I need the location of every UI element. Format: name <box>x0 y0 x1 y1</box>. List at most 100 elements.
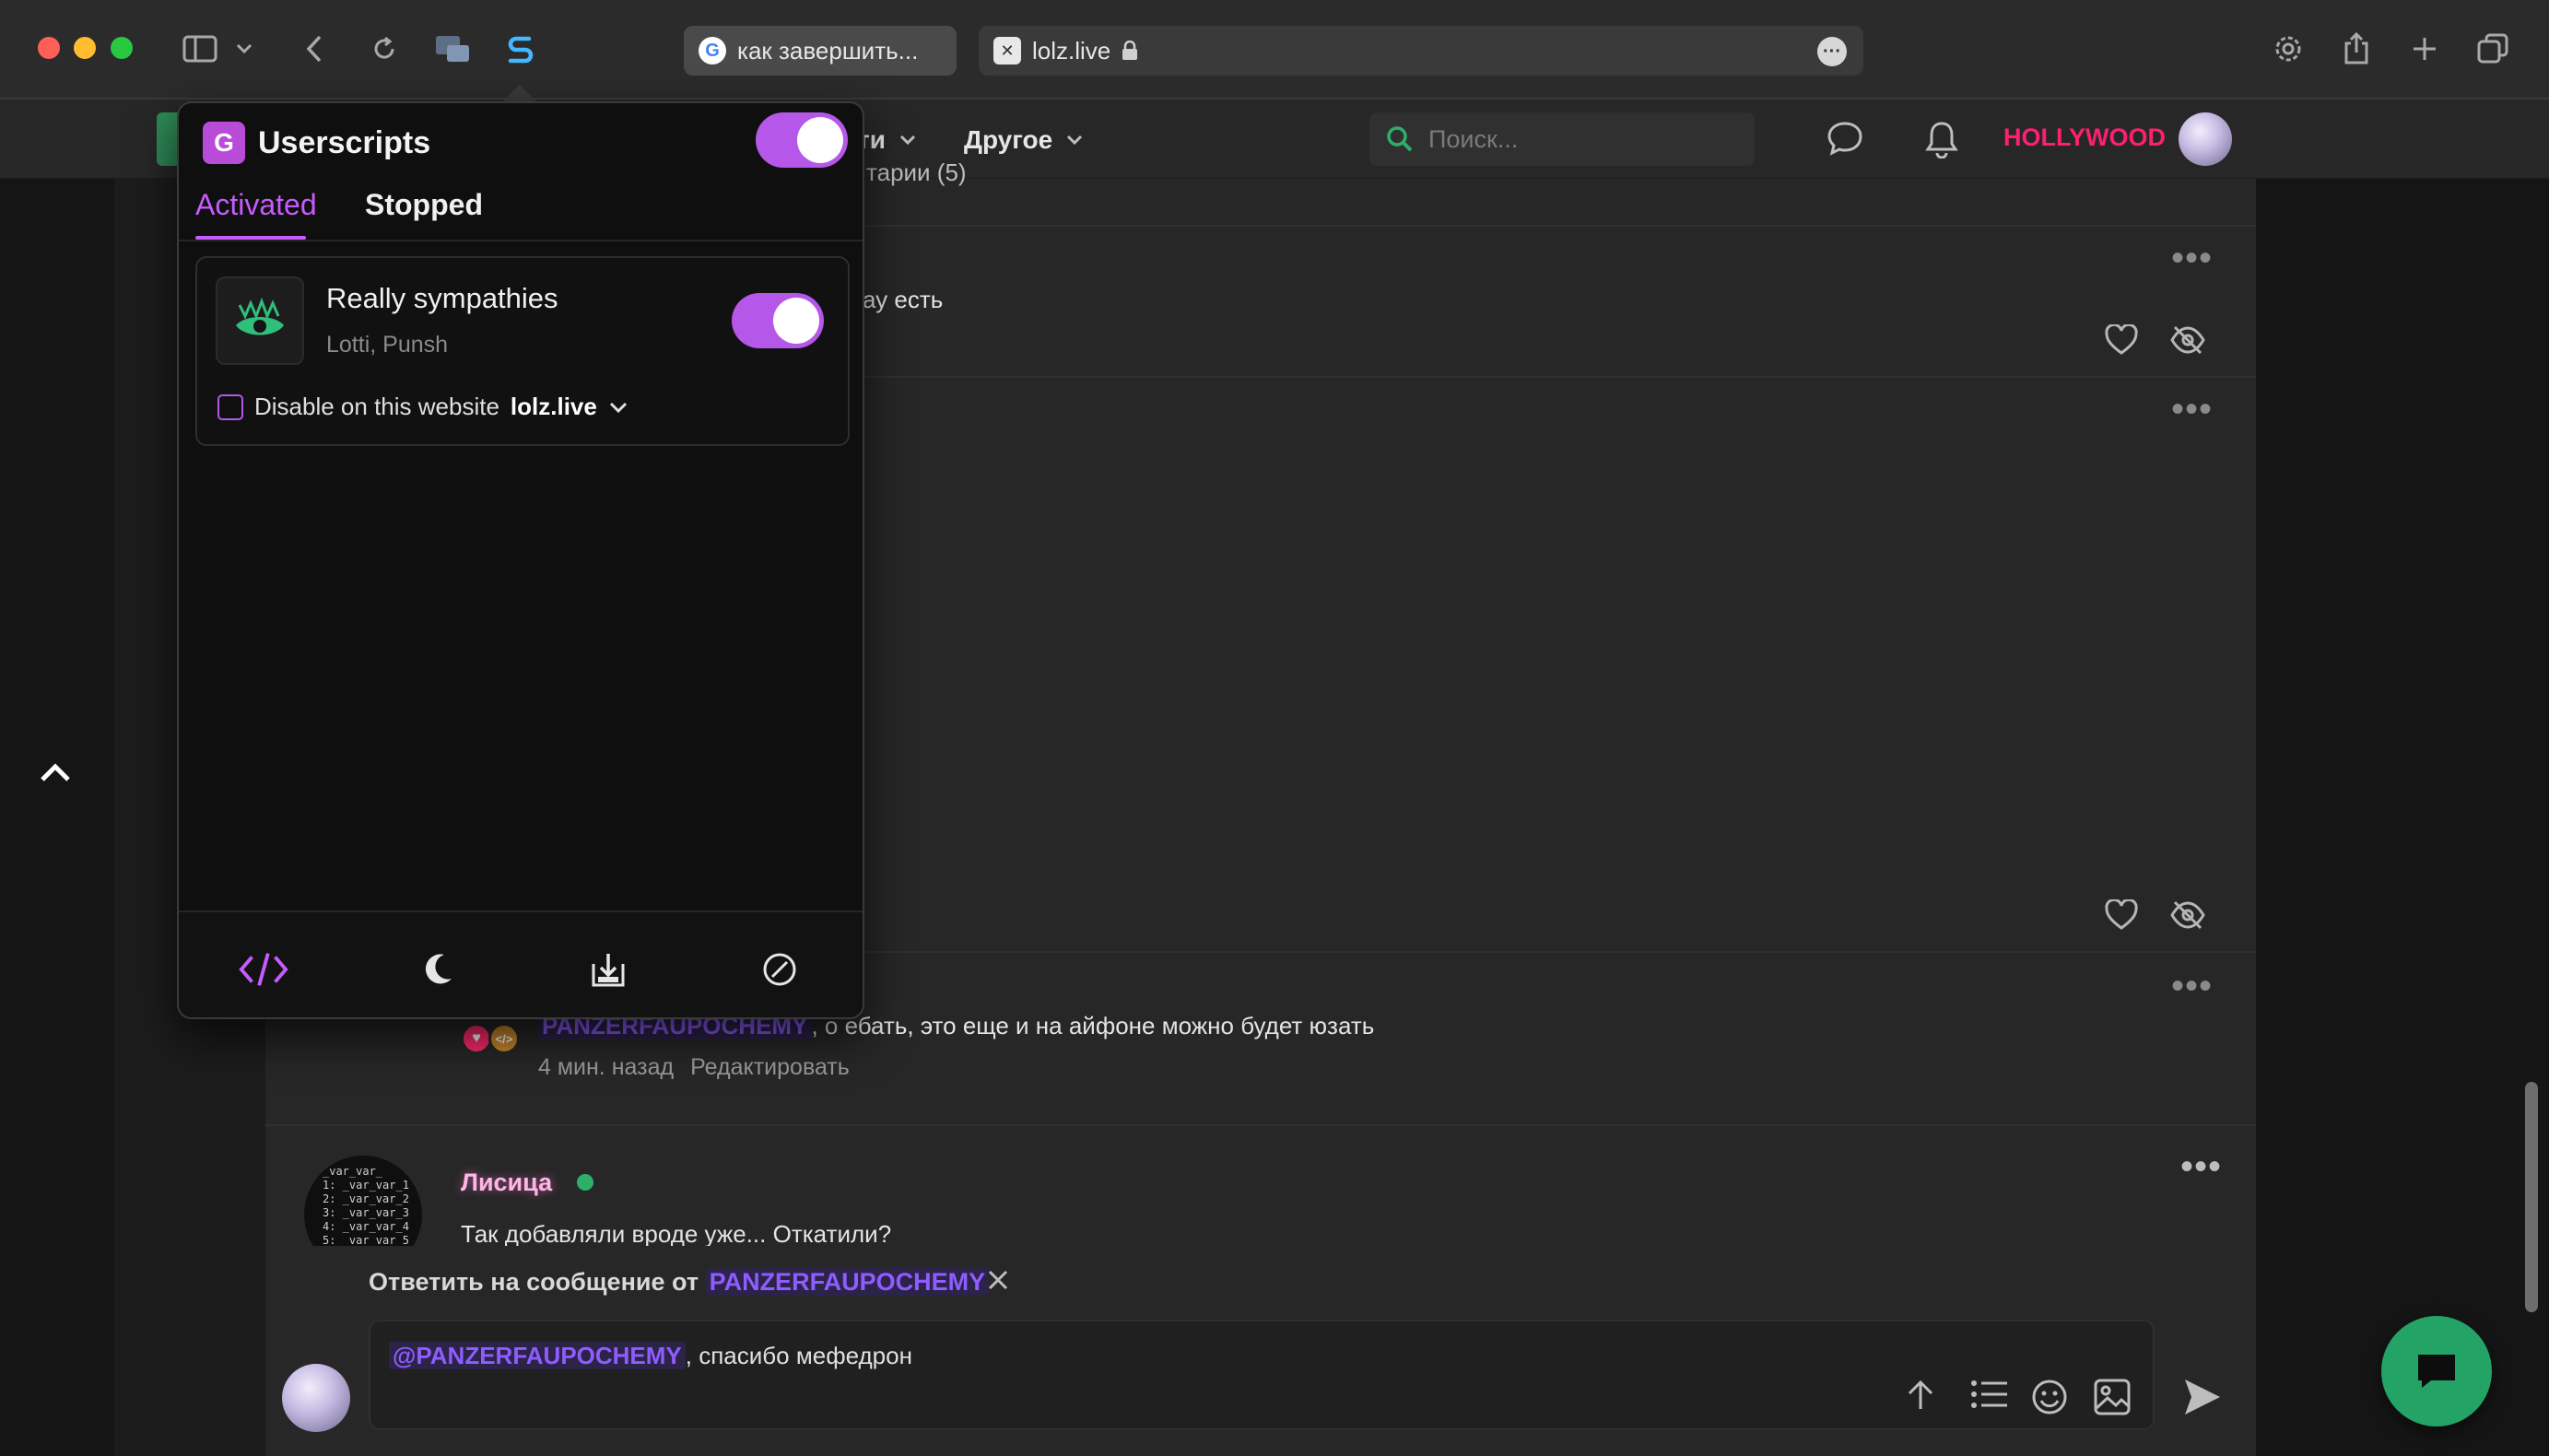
new-tab-icon[interactable] <box>2403 28 2446 70</box>
hide-icon[interactable] <box>2169 899 2206 931</box>
tab-label: lolz.live <box>1032 36 1111 65</box>
nav-item-partial[interactable]: ти <box>857 125 917 155</box>
divider <box>179 240 863 241</box>
chevron-down-icon[interactable] <box>608 401 628 414</box>
share-icon[interactable] <box>2335 28 2378 70</box>
scroll-to-top-icon[interactable] <box>39 761 72 783</box>
user-avatar[interactable] <box>2179 112 2232 166</box>
scrollbar[interactable] <box>2525 1082 2538 1312</box>
reply-to-label: Ответить на сообщение от PANZERFAUPOCHEM… <box>369 1268 990 1297</box>
back-icon[interactable] <box>293 28 335 70</box>
chevron-down-icon <box>1067 135 1083 146</box>
tab-lolz[interactable]: ✕ lolz.live ··· <box>979 26 1863 76</box>
mention-link[interactable]: @PANZERFAUPOCHEMY <box>389 1342 686 1369</box>
emoji-icon[interactable] <box>2031 1379 2068 1415</box>
tab-label: как завершить... <box>737 36 919 65</box>
google-icon: G <box>699 37 726 65</box>
code-icon[interactable] <box>238 944 289 995</box>
editor-body: , спасибо мефедрон <box>685 1342 912 1369</box>
list-icon[interactable] <box>1970 1379 2009 1410</box>
image-icon[interactable] <box>2094 1379 2131 1415</box>
maximize-window-button[interactable] <box>111 37 133 59</box>
site-favicon-icon: ✕ <box>993 37 1021 65</box>
script-card: Really sympathies Lotti, Punsh Disable o… <box>195 256 850 446</box>
reply-prefix: Ответить на сообщение от <box>369 1268 699 1296</box>
popover-arrow <box>503 85 536 101</box>
comment-time[interactable]: 4 мин. назад <box>538 1054 674 1080</box>
chevron-down-icon[interactable] <box>230 28 258 70</box>
send-icon[interactable] <box>2182 1377 2223 1417</box>
search-icon <box>1387 126 1413 152</box>
last-comment-text: Так добавляли вроде уже... Откатили? <box>461 1220 892 1248</box>
userscripts-extension-icon[interactable] <box>499 28 542 70</box>
userscripts-popover: G Userscripts Activated Stopped Really s… <box>177 101 864 1019</box>
nav-item-other[interactable]: Другое <box>964 125 1084 155</box>
hide-icon[interactable] <box>2169 324 2206 356</box>
comment-meta: 4 мин. назад Редактировать <box>538 1054 866 1081</box>
site-host[interactable]: lolz.live <box>511 393 597 421</box>
bell-icon[interactable] <box>1924 120 1959 159</box>
popover-footer <box>179 910 863 1017</box>
popover-title: Userscripts <box>258 125 431 160</box>
browser-toolbar: G как завершить... ✕ lolz.live ··· <box>0 0 2549 100</box>
gear-icon[interactable] <box>2267 28 2309 70</box>
arrow-up-icon[interactable] <box>1904 1379 1937 1412</box>
avatar-code-line: 3: _var_var_3 <box>323 1206 409 1219</box>
disable-all-icon[interactable] <box>754 944 805 995</box>
reply-user-link[interactable]: PANZERFAUPOCHEMY <box>705 1268 990 1296</box>
edit-link[interactable]: Редактировать <box>690 1054 850 1080</box>
script-enable-toggle[interactable] <box>732 293 824 348</box>
more-options-icon[interactable]: ••• <box>2171 968 2213 1004</box>
download-icon[interactable] <box>582 944 634 995</box>
my-avatar[interactable] <box>282 1364 350 1432</box>
sidebar-icon[interactable] <box>179 28 221 70</box>
eye-icon <box>216 276 304 365</box>
nav-label: Другое <box>964 125 1053 154</box>
disable-on-site-checkbox[interactable] <box>217 393 243 420</box>
close-icon[interactable] <box>986 1268 1010 1292</box>
master-enable-toggle[interactable] <box>756 112 848 168</box>
comment-text-partial: ау есть <box>863 286 944 313</box>
tab-overview-icon[interactable] <box>2472 28 2514 70</box>
message-editor[interactable]: @PANZERFAUPOCHEMY, спасибо мефедрон <box>369 1320 2155 1430</box>
heart-icon[interactable] <box>2105 324 2138 356</box>
section-title-partial: тарии (5) <box>866 159 967 186</box>
reload-icon[interactable] <box>363 28 405 70</box>
heart-badge-icon: ♥ <box>461 1023 492 1054</box>
divider <box>265 1124 2256 1126</box>
author-name[interactable]: Лисица <box>461 1168 552 1197</box>
script-authors: Lotti, Punsh <box>326 332 449 358</box>
close-window-button[interactable] <box>38 37 60 59</box>
script-name: Really sympathies <box>326 282 558 314</box>
more-options-icon[interactable]: ••• <box>2180 1148 2222 1185</box>
userscripts-logo: G <box>203 122 245 164</box>
more-options-icon[interactable]: ••• <box>2171 391 2213 428</box>
avatar-code-line: 4: _var_var_4 <box>323 1220 409 1233</box>
page-menu-icon[interactable]: ··· <box>1817 37 1847 66</box>
comment-body: , о ебать, это еще и на айфоне можно буд… <box>811 1012 1375 1039</box>
search-placeholder: Поиск... <box>1428 124 1519 153</box>
chat-icon <box>2418 1355 2455 1388</box>
minimize-window-button[interactable] <box>74 37 96 59</box>
disable-label: Disable on this website <box>254 393 499 420</box>
tab-google[interactable]: G как завершить... <box>684 26 957 76</box>
avatar-code-line: 1: _var_var_1 <box>323 1179 409 1192</box>
screen-share-extension-icon[interactable] <box>431 28 474 70</box>
code-badge-icon: </> <box>488 1023 520 1054</box>
chat-button[interactable] <box>2381 1316 2492 1427</box>
reaction-badges: ♥ </> <box>461 1021 525 1054</box>
heart-icon[interactable] <box>2105 899 2138 931</box>
lock-icon <box>1122 41 1138 61</box>
moon-icon[interactable] <box>411 944 463 995</box>
tab-activated[interactable]: Activated <box>195 188 317 222</box>
more-options-icon[interactable]: ••• <box>2171 240 2213 276</box>
tab-stopped[interactable]: Stopped <box>365 188 483 222</box>
avatar-code-line: 2: _var_var_2 <box>323 1192 409 1205</box>
username-link[interactable]: HOLLYWOOD <box>2003 123 2166 152</box>
editor-text: @PANZERFAUPOCHEMY, спасибо мефедрон <box>389 1342 912 1370</box>
search-input[interactable]: Поиск... <box>1369 112 1755 166</box>
online-status-dot <box>577 1174 593 1191</box>
chevron-down-icon <box>899 135 915 146</box>
disable-on-site-row[interactable]: Disable on this website lolz.live <box>217 393 628 421</box>
conversations-icon[interactable] <box>1827 120 1863 157</box>
